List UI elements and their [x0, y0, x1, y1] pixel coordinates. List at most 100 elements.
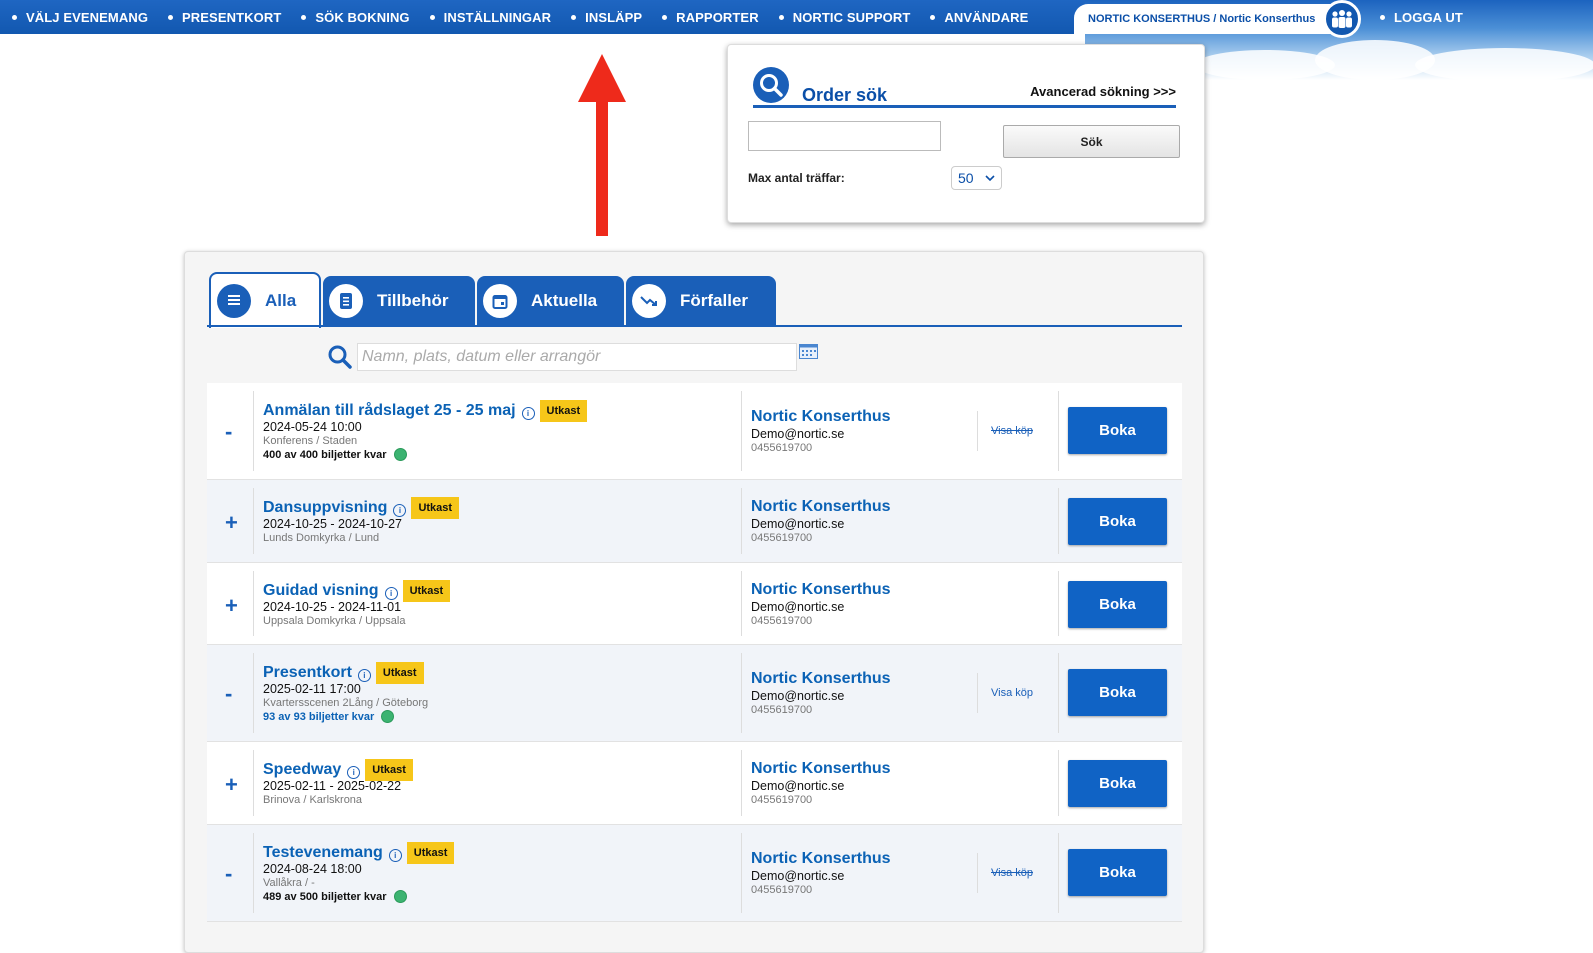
nav-label: RAPPORTER: [676, 9, 759, 25]
status-badge: Utkast: [402, 580, 451, 602]
max-hits-select[interactable]: 50: [951, 166, 1002, 190]
organizer-name: Nortic Konserthus: [751, 760, 891, 777]
divider: [1058, 750, 1059, 816]
event-row: - Anmälan till rådslaget 25 - 25 maj i Utk…: [207, 383, 1182, 480]
info-icon[interactable]: i: [357, 669, 371, 682]
visa-kop-link[interactable]: Visa köp: [991, 867, 1033, 879]
annotation-arrow: [578, 54, 626, 236]
organizer-name: Nortic Konserthus: [751, 670, 891, 687]
calendar-picker-icon[interactable]: [799, 344, 818, 359]
divider: [1058, 571, 1059, 636]
tab-tillbehor[interactable]: Tillbehör: [323, 276, 475, 326]
organizer-name: Nortic Konserthus: [751, 581, 891, 598]
boka-button[interactable]: Boka: [1068, 581, 1167, 628]
divider: [1058, 833, 1059, 913]
boka-button[interactable]: Boka: [1068, 849, 1167, 896]
nav-presentkort[interactable]: PRESENTKORT: [168, 10, 281, 25]
nav-label: NORTIC SUPPORT: [792, 9, 911, 25]
divider: [253, 833, 254, 913]
advanced-search-link[interactable]: Avancerad sökning >>>: [1030, 84, 1176, 99]
event-search-input[interactable]: Namn, plats, datum eller arrangör: [357, 343, 797, 371]
nav-anvandare[interactable]: ANVÄNDARE: [930, 10, 1028, 25]
event-title-text: Testevenemang: [263, 844, 383, 861]
tabs-divider: [207, 325, 1182, 327]
event-title-text: Presentkort: [263, 664, 352, 681]
trend-down-icon: [632, 284, 666, 318]
tickets-left: 400 av 400 biljetter kvar: [263, 448, 407, 461]
expand-toggle[interactable]: +: [225, 772, 238, 798]
expand-toggle[interactable]: +: [225, 510, 238, 536]
status-dot: [393, 448, 407, 461]
tab-alla[interactable]: Alla: [209, 272, 321, 328]
events-panel: Alla Tillbehör Aktuella Förfaller Namn, …: [184, 251, 1204, 953]
document-icon: [329, 284, 363, 318]
divider: [253, 571, 254, 636]
info-icon[interactable]: i: [388, 849, 402, 862]
event-place: Brinova / Karlskrona: [263, 794, 363, 806]
tab-label: Aktuella: [531, 291, 598, 310]
organizer-phone: 0455619700: [751, 884, 813, 896]
divider: [1058, 391, 1059, 471]
event-title-text: Anmälan till rådslaget 25 - 25 maj: [263, 402, 516, 419]
event-row: - Presentkort i Utkast 2025-02-11 17:00 Kv…: [207, 645, 1182, 742]
nav-valj-evenemang[interactable]: VÄLJ EVENEMANG: [12, 10, 148, 25]
nav-rapporter[interactable]: RAPPORTER: [662, 10, 759, 25]
divider: [741, 833, 742, 913]
divider: [741, 391, 742, 471]
info-icon[interactable]: i: [393, 504, 407, 517]
collapse-toggle[interactable]: -: [225, 419, 232, 445]
expand-toggle[interactable]: +: [225, 593, 238, 619]
event-row: - Testevenemang i Utkast 2024-08-24 18:00 …: [207, 825, 1182, 922]
collapse-toggle[interactable]: -: [225, 681, 232, 707]
nav-inslapp[interactable]: INSLÄPP: [571, 10, 642, 25]
boka-button[interactable]: Boka: [1068, 760, 1167, 807]
logout-label: LOGGA UT: [1394, 9, 1463, 25]
status-badge: Utkast: [406, 842, 455, 864]
nav-logga-ut[interactable]: LOGGA UT: [1380, 0, 1471, 34]
order-search-input[interactable]: [748, 121, 941, 151]
organization-selector[interactable]: NORTIC KONSERTHUS / Nortic Konserthus: [1074, 4, 1336, 34]
organizer-email: Demo@nortic.se: [751, 517, 845, 531]
divider: [977, 673, 978, 713]
organizer-email: Demo@nortic.se: [751, 427, 845, 441]
nav-label: SÖK BOKNING: [315, 9, 410, 25]
info-icon[interactable]: i: [384, 587, 398, 600]
nav-sok-bokning[interactable]: SÖK BOKNING: [301, 9, 410, 25]
tab-label: Förfaller: [680, 291, 749, 310]
max-hits-value: 50: [958, 170, 974, 186]
nav-nortic-support[interactable]: NORTIC SUPPORT: [778, 9, 911, 25]
boka-button[interactable]: Boka: [1068, 498, 1167, 545]
logout-link[interactable]: LOGGA UT: [1380, 10, 1463, 25]
status-badge: Utkast: [365, 759, 413, 781]
nav-label: PRESENTKORT: [182, 9, 282, 25]
divider: [1058, 653, 1059, 733]
chevron-down-icon: [985, 175, 995, 182]
organization-label: NORTIC KONSERTHUS / Nortic Konserthus: [1088, 13, 1316, 25]
users-icon[interactable]: [1323, 0, 1361, 38]
boka-button[interactable]: Boka: [1068, 669, 1167, 716]
divider: [253, 391, 254, 471]
event-place: Uppsala Domkyrka / Uppsala: [263, 615, 406, 627]
visa-kop-link[interactable]: Visa köp: [991, 687, 1033, 699]
info-icon[interactable]: i: [347, 766, 361, 779]
divider: [977, 853, 978, 893]
event-date: 2024-10-25 - 2024-10-27: [263, 517, 402, 531]
boka-button[interactable]: Boka: [1068, 407, 1167, 454]
event-date: 2024-05-24 10:00: [263, 420, 362, 434]
tickets-left: 489 av 500 biljetter kvar: [263, 890, 407, 903]
nav-label: INSTÄLLNINGAR: [443, 9, 552, 25]
tab-forfaller[interactable]: Förfaller: [626, 276, 776, 326]
tab-aktuella[interactable]: Aktuella: [477, 276, 624, 326]
visa-kop-link[interactable]: Visa köp: [991, 425, 1033, 437]
info-icon[interactable]: i: [521, 407, 535, 420]
tickets-left-text: 400 av 400 biljetter kvar: [263, 448, 387, 461]
nav-installningar[interactable]: INSTÄLLNINGAR: [429, 9, 552, 25]
search-button[interactable]: Sök: [1003, 125, 1180, 158]
divider: [741, 653, 742, 733]
max-hits-label: Max antal träffar:: [748, 171, 845, 185]
divider: [253, 750, 254, 816]
organizer-name: Nortic Konserthus: [751, 498, 891, 515]
status-badge: Utkast: [375, 662, 424, 684]
collapse-toggle[interactable]: -: [225, 861, 232, 887]
tickets-left[interactable]: 93 av 93 biljetter kvar: [263, 710, 395, 723]
